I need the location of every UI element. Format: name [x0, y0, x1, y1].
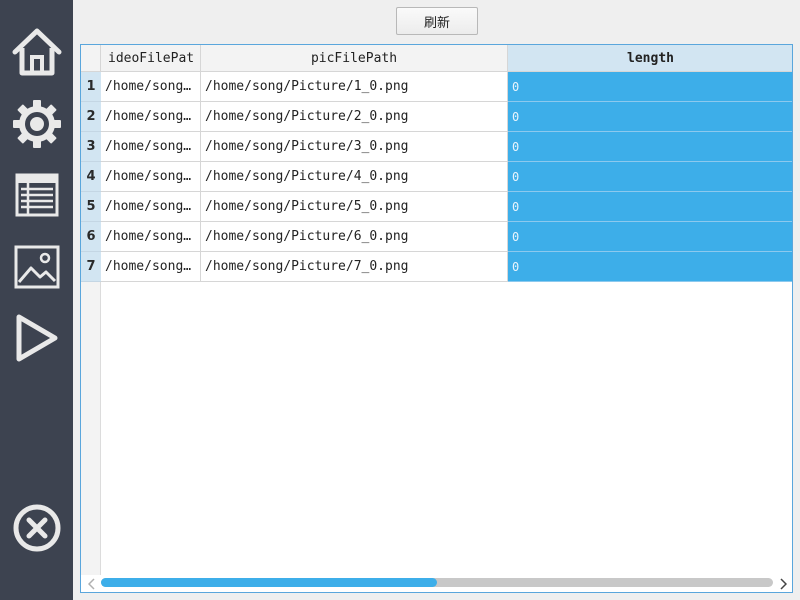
row-number[interactable]: 3 — [81, 132, 101, 162]
cell-video-path[interactable]: /home/song… — [101, 162, 201, 192]
cell-pic-path[interactable]: /home/song/Picture/5_0.png — [201, 192, 508, 222]
close-icon — [13, 504, 60, 552]
chevron-right-icon — [780, 577, 787, 590]
cell-length[interactable]: 0 — [508, 222, 792, 252]
cell-video-path[interactable]: /home/song… — [101, 252, 201, 282]
cell-pic-path[interactable]: /home/song/Picture/3_0.png — [201, 132, 508, 162]
row-number[interactable]: 7 — [81, 252, 101, 282]
sidebar — [0, 0, 73, 600]
column-header-picfilepath[interactable]: picFilePath — [201, 45, 508, 72]
sidebar-item-settings[interactable] — [0, 94, 73, 154]
cell-video-path[interactable]: /home/song… — [101, 222, 201, 252]
cell-video-path[interactable]: /home/song… — [101, 192, 201, 222]
cell-pic-path[interactable]: /home/song/Picture/2_0.png — [201, 102, 508, 132]
play-icon — [16, 314, 57, 362]
row-number[interactable]: 2 — [81, 102, 101, 132]
column-header-videofilepath[interactable]: ideoFilePat — [101, 45, 201, 72]
column-header-length[interactable]: length — [508, 45, 792, 72]
cell-pic-path[interactable]: /home/song/Picture/1_0.png — [201, 72, 508, 102]
sidebar-item-home[interactable] — [0, 22, 73, 82]
row-number[interactable]: 1 — [81, 72, 101, 102]
cell-length[interactable]: 0 — [508, 162, 792, 192]
sidebar-item-image[interactable] — [0, 237, 73, 297]
cell-pic-path[interactable]: /home/song/Picture/4_0.png — [201, 162, 508, 192]
home-icon — [12, 28, 61, 76]
row-number[interactable]: 4 — [81, 162, 101, 192]
cell-length[interactable]: 0 — [508, 192, 792, 222]
scrollbar-thumb[interactable] — [101, 578, 437, 587]
scroll-right-button[interactable] — [774, 575, 792, 592]
sidebar-item-table[interactable] — [0, 165, 73, 225]
corner-header[interactable] — [81, 45, 101, 72]
row-number[interactable]: 6 — [81, 222, 101, 252]
gear-icon — [12, 100, 61, 148]
image-icon — [14, 245, 59, 289]
refresh-button[interactable]: 刷新 — [396, 7, 478, 35]
row-number[interactable]: 5 — [81, 192, 101, 222]
cell-length[interactable]: 0 — [508, 252, 792, 282]
cell-length[interactable]: 0 — [508, 72, 792, 102]
table-icon — [15, 173, 58, 217]
cell-length[interactable]: 0 — [508, 132, 792, 162]
chevron-left-icon — [88, 577, 95, 590]
cell-length[interactable]: 0 — [508, 102, 792, 132]
cell-pic-path[interactable]: /home/song/Picture/6_0.png — [201, 222, 508, 252]
data-table: ideoFilePat picFilePath length 1 /home/s… — [80, 44, 793, 593]
scroll-left-button[interactable] — [83, 575, 101, 592]
cell-video-path[interactable]: /home/song… — [101, 72, 201, 102]
cell-video-path[interactable]: /home/song… — [101, 132, 201, 162]
cell-video-path[interactable]: /home/song… — [101, 102, 201, 132]
close-button[interactable] — [0, 498, 73, 558]
cell-pic-path[interactable]: /home/song/Picture/7_0.png — [201, 252, 508, 282]
horizontal-scrollbar[interactable] — [81, 575, 792, 592]
sidebar-item-play[interactable] — [0, 308, 73, 368]
